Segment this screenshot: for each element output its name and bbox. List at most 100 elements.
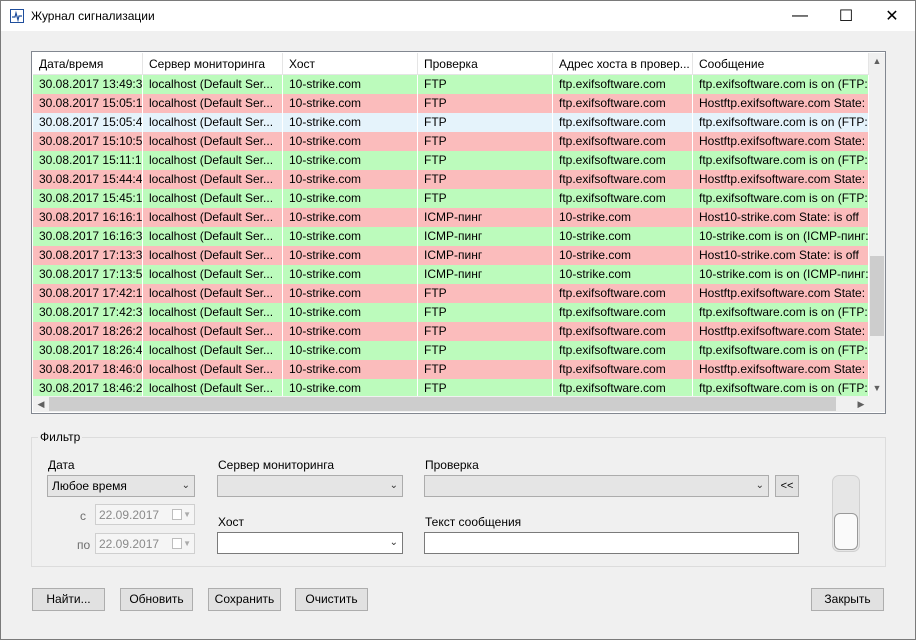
vertical-scrollbar[interactable]: ▲ ▼ — [869, 53, 885, 396]
from-label: с — [80, 509, 86, 523]
from-date-picker[interactable]: 22.09.2017 ▼ — [95, 504, 195, 525]
table-row[interactable]: 30.08.2017 16:16:33 localhost (Default Se… — [33, 227, 869, 246]
column-header-server[interactable]: Сервер мониторинга — [143, 53, 283, 74]
check-select[interactable]: ⌄ — [424, 475, 769, 497]
minimize-button[interactable]: — — [777, 1, 823, 31]
save-button[interactable]: Сохранить — [208, 588, 281, 611]
table-row[interactable]: 30.08.2017 15:05:41 localhost (Default Se… — [33, 113, 869, 132]
check-label: Проверка — [425, 458, 479, 472]
toggle-knob[interactable] — [834, 513, 858, 550]
refresh-button[interactable]: Обновить — [120, 588, 193, 611]
clear-button[interactable]: Очистить — [295, 588, 368, 611]
table-row[interactable]: 30.08.2017 15:45:10 localhost (Default Se… — [33, 189, 869, 208]
table-row[interactable]: 30.08.2017 17:42:11 localhost (Default Se… — [33, 284, 869, 303]
table-cell: localhost (Default Ser... — [143, 208, 283, 227]
vertical-scroll-thumb[interactable] — [870, 256, 884, 336]
table-cell: ftp.exifsoftware.com — [553, 284, 693, 303]
column-header-check[interactable]: Проверка — [418, 53, 553, 74]
column-header-host[interactable]: Хост — [283, 53, 418, 74]
date-select[interactable]: Любое время ⌄ — [47, 475, 195, 497]
table-cell: FTP — [418, 284, 553, 303]
table-cell: 30.08.2017 18:26:44 — [33, 341, 143, 360]
host-select[interactable]: ⌄ — [217, 532, 403, 554]
table-cell: localhost (Default Ser... — [143, 113, 283, 132]
message-text-input[interactable] — [424, 532, 799, 554]
column-header-message[interactable]: Сообщение — [693, 53, 869, 74]
table-cell: FTP — [418, 341, 553, 360]
table-cell: 30.08.2017 16:16:14 — [33, 208, 143, 227]
scroll-down-icon[interactable]: ▼ — [869, 380, 885, 396]
table-cell: localhost (Default Ser... — [143, 360, 283, 379]
table-cell: 30.08.2017 13:49:37 — [33, 75, 143, 94]
horizontal-scrollbar[interactable]: ◀ ▶ — [33, 396, 869, 412]
table-cell: ftp.exifsoftware.com — [553, 75, 693, 94]
table-row[interactable]: 30.08.2017 15:10:57 localhost (Default Se… — [33, 132, 869, 151]
column-header-check-address[interactable]: Адрес хоста в провер... — [553, 53, 693, 74]
maximize-button[interactable]: ☐ — [823, 1, 869, 31]
table-cell: Host10-strike.com State: is off — [693, 208, 869, 227]
server-select[interactable]: ⌄ — [217, 475, 403, 497]
table-row[interactable]: 30.08.2017 17:42:32 localhost (Default Se… — [33, 303, 869, 322]
table-cell: localhost (Default Ser... — [143, 170, 283, 189]
table-cell: 30.08.2017 17:13:36 — [33, 246, 143, 265]
table-cell: FTP — [418, 113, 553, 132]
table-row[interactable]: 30.08.2017 18:46:04 localhost (Default Se… — [33, 360, 869, 379]
message-text-label: Текст сообщения — [425, 515, 522, 529]
table-cell: localhost (Default Ser... — [143, 227, 283, 246]
table-cell: 10-strike.com — [283, 113, 418, 132]
table-cell: 10-strike.com — [283, 75, 418, 94]
filter-toggle-switch[interactable] — [832, 475, 860, 552]
table-cell: 30.08.2017 17:13:55 — [33, 265, 143, 284]
table-cell: Hostftp.exifsoftware.com State: — [693, 132, 869, 151]
table-cell: 30.08.2017 15:45:10 — [33, 189, 143, 208]
table-row[interactable]: 30.08.2017 13:49:37 localhost (Default Se… — [33, 75, 869, 94]
find-button[interactable]: Найти... — [32, 588, 105, 611]
scroll-right-icon[interactable]: ▶ — [853, 396, 869, 412]
table-cell: Hostftp.exifsoftware.com State: — [693, 322, 869, 341]
close-button[interactable]: Закрыть — [811, 588, 884, 611]
column-header-datetime[interactable]: Дата/время — [33, 53, 143, 74]
close-icon: ✕ — [885, 8, 899, 25]
from-date-value: 22.09.2017 — [99, 508, 160, 522]
table-cell: FTP — [418, 132, 553, 151]
table-cell: localhost (Default Ser... — [143, 246, 283, 265]
table-cell: ICMP-пинг — [418, 227, 553, 246]
table-row[interactable]: 30.08.2017 15:05:18 localhost (Default Se… — [33, 94, 869, 113]
table-row[interactable]: 30.08.2017 17:13:36 localhost (Default Se… — [33, 246, 869, 265]
table-cell: localhost (Default Ser... — [143, 303, 283, 322]
table-cell: 30.08.2017 15:05:41 — [33, 113, 143, 132]
calendar-icon — [172, 509, 182, 520]
table-cell: ftp.exifsoftware.com — [553, 113, 693, 132]
chevron-down-icon: ▼ — [183, 510, 191, 519]
table-cell: 10-strike.com — [283, 341, 418, 360]
alarm-log-table[interactable]: Дата/время Сервер мониторинга Хост Прове… — [31, 51, 886, 414]
scroll-up-icon[interactable]: ▲ — [869, 53, 885, 69]
table-cell: 10-strike.com — [283, 151, 418, 170]
table-cell: localhost (Default Ser... — [143, 94, 283, 113]
table-row[interactable]: 30.08.2017 18:26:23 localhost (Default Se… — [33, 322, 869, 341]
to-date-picker[interactable]: 22.09.2017 ▼ — [95, 533, 195, 554]
table-cell: ftp.exifsoftware.com — [553, 170, 693, 189]
table-cell: 10-strike.com — [553, 208, 693, 227]
table-row[interactable]: 30.08.2017 15:44:48 localhost (Default Se… — [33, 170, 869, 189]
table-row[interactable]: 30.08.2017 18:26:44 localhost (Default Se… — [33, 341, 869, 360]
table-cell: ftp.exifsoftware.com — [553, 341, 693, 360]
table-cell: ICMP-пинг — [418, 246, 553, 265]
horizontal-scroll-thumb[interactable] — [49, 397, 836, 411]
table-row[interactable]: 30.08.2017 16:16:14 localhost (Default Se… — [33, 208, 869, 227]
table-cell: Hostftp.exifsoftware.com State: — [693, 170, 869, 189]
table-row[interactable]: 30.08.2017 17:13:55 localhost (Default Se… — [33, 265, 869, 284]
window-title: Журнал сигнализации — [31, 9, 155, 23]
scroll-left-icon[interactable]: ◀ — [33, 396, 49, 412]
chevron-down-icon: ⌄ — [389, 537, 398, 548]
close-window-button[interactable]: ✕ — [869, 1, 915, 31]
table-cell: FTP — [418, 189, 553, 208]
table-cell: 10-strike.com — [283, 208, 418, 227]
clear-check-button[interactable]: << — [775, 475, 799, 497]
table-cell: 10-strike.com is on (ICMP-пинг: — [693, 265, 869, 284]
table-cell: 10-strike.com — [283, 246, 418, 265]
table-cell: Hostftp.exifsoftware.com State: — [693, 94, 869, 113]
to-date-value: 22.09.2017 — [99, 537, 160, 551]
table-cell: localhost (Default Ser... — [143, 341, 283, 360]
table-row[interactable]: 30.08.2017 15:11:18 localhost (Default Se… — [33, 151, 869, 170]
